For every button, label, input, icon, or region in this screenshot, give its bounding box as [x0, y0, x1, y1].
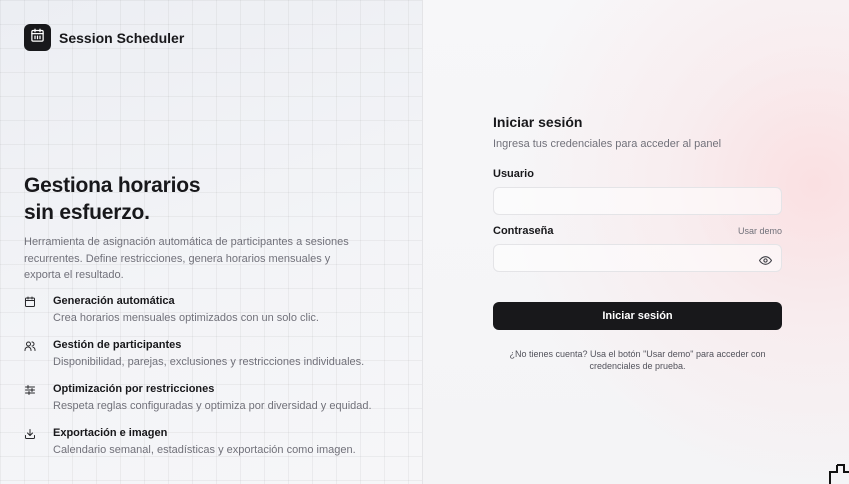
- download-icon: [24, 428, 44, 444]
- feature-title: Optimización por restricciones: [53, 383, 215, 395]
- feature-item-participants: Gestión de participantes Disponibilidad,…: [24, 338, 404, 382]
- feature-description: Respeta reglas configuradas y optimiza p…: [53, 400, 372, 412]
- hero-description: Herramienta de asignación automática de …: [24, 236, 349, 281]
- password-input[interactable]: [494, 245, 781, 271]
- feature-description: Disponibilidad, parejas, exclusiones y r…: [53, 356, 365, 368]
- hero-title: Gestiona horarios sin esfuerzo.: [24, 172, 384, 226]
- username-field-box: [493, 187, 782, 215]
- app-logo: [24, 24, 51, 51]
- password-field-box: [493, 244, 782, 272]
- feature-list: Generación automática Crea horarios mens…: [24, 294, 404, 470]
- feature-item-export: Exportación e imagen Calendario semanal,…: [24, 426, 404, 470]
- login-form: Iniciar sesión Ingresa tus credenciales …: [493, 112, 782, 372]
- brand-header: Session Scheduler: [24, 24, 184, 51]
- sliders-icon: [24, 384, 44, 400]
- feature-title: Generación automática: [53, 295, 175, 307]
- login-hint: ¿No tienes cuenta? Usa el botón "Usar de…: [509, 349, 766, 371]
- login-title: Iniciar sesión: [493, 114, 583, 130]
- feature-item-generation: Generación automática Crea horarios mens…: [24, 294, 404, 338]
- username-label: Usuario: [493, 168, 534, 180]
- hero-section: Gestiona horarios sin esfuerzo. Herramie…: [24, 172, 384, 284]
- username-input[interactable]: [494, 188, 781, 214]
- login-button[interactable]: Iniciar sesión: [493, 302, 782, 330]
- hero-title-line-1: Gestiona horarios: [24, 174, 201, 197]
- feature-description: Calendario semanal, estadísticas y expor…: [53, 444, 356, 456]
- app-name: Session Scheduler: [59, 29, 185, 46]
- feature-title: Gestión de participantes: [53, 339, 182, 351]
- use-demo-link[interactable]: Usar demo: [738, 226, 782, 236]
- feature-description: Crea horarios mensuales optimizados con …: [53, 312, 319, 324]
- calendar-icon: [24, 296, 44, 312]
- eye-icon[interactable]: [759, 253, 772, 271]
- feature-title: Exportación e imagen: [53, 427, 168, 439]
- login-subtitle: Ingresa tus credenciales para acceder al…: [493, 138, 722, 150]
- users-icon: [24, 340, 44, 356]
- plus-icon: [829, 464, 849, 484]
- password-label: Contraseña: [493, 225, 554, 237]
- feature-item-optimization: Optimización por restricciones Respeta r…: [24, 382, 404, 426]
- hero-title-line-2: sin esfuerzo.: [24, 201, 150, 224]
- calendar-icon: [30, 28, 45, 48]
